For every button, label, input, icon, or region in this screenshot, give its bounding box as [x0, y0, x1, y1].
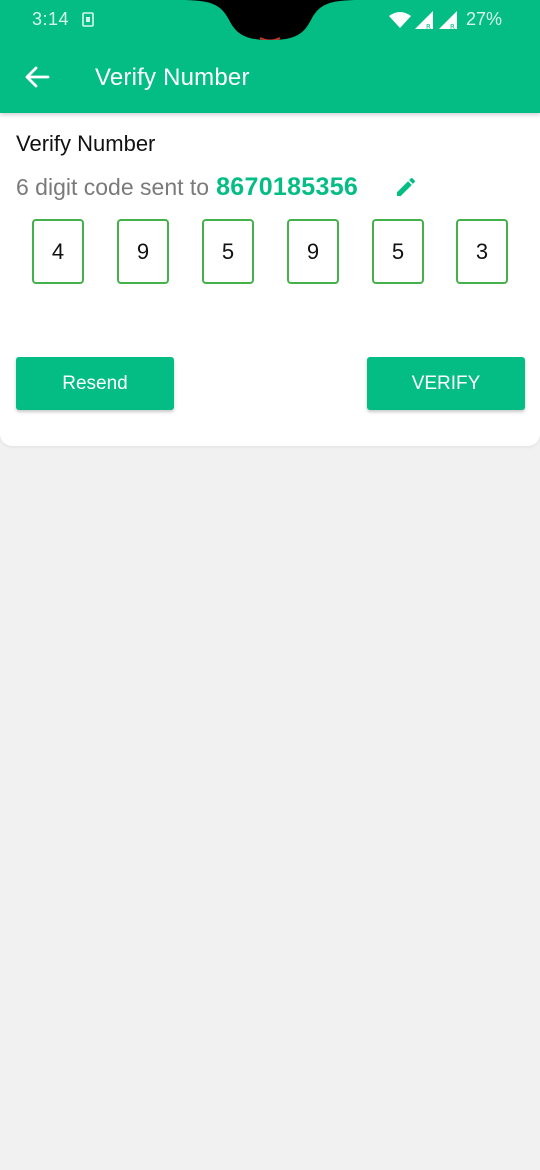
battery-percentage: 27%	[466, 9, 503, 29]
otp-digit-4[interactable]: 9	[287, 219, 339, 284]
svg-text:R: R	[426, 23, 431, 30]
verify-card: Verify Number 6 digit code sent to 86701…	[0, 113, 540, 446]
sim-card-icon	[82, 12, 94, 27]
otp-digit-3[interactable]: 5	[202, 219, 254, 284]
code-sent-text: 6 digit code sent to	[16, 174, 210, 200]
otp-digit-5[interactable]: 5	[372, 219, 424, 284]
phone-number: 8670185356	[216, 173, 359, 201]
wifi-icon	[389, 12, 411, 28]
otp-digit-1[interactable]: 4	[32, 219, 84, 284]
status-time: 3:14	[32, 9, 70, 29]
arrow-left-icon[interactable]	[24, 64, 50, 90]
verify-button[interactable]: VERIFY	[367, 357, 525, 410]
svg-text:R: R	[450, 23, 455, 30]
status-bar: 3:14 R R 27%	[0, 0, 540, 40]
resend-button[interactable]: Resend	[16, 357, 174, 410]
pencil-icon[interactable]	[394, 175, 418, 199]
signal-icon: R	[439, 11, 457, 30]
page-title: Verify Number	[95, 64, 250, 91]
app-bar: 3:14 R R 27% Verify Number	[0, 0, 540, 113]
code-sent-message: 6 digit code sent to 8670185356	[16, 173, 358, 203]
signal-icon: R	[415, 11, 433, 30]
otp-digit-2[interactable]: 9	[117, 219, 169, 284]
card-title: Verify Number	[16, 131, 156, 156]
otp-digit-6[interactable]: 3	[456, 219, 508, 284]
